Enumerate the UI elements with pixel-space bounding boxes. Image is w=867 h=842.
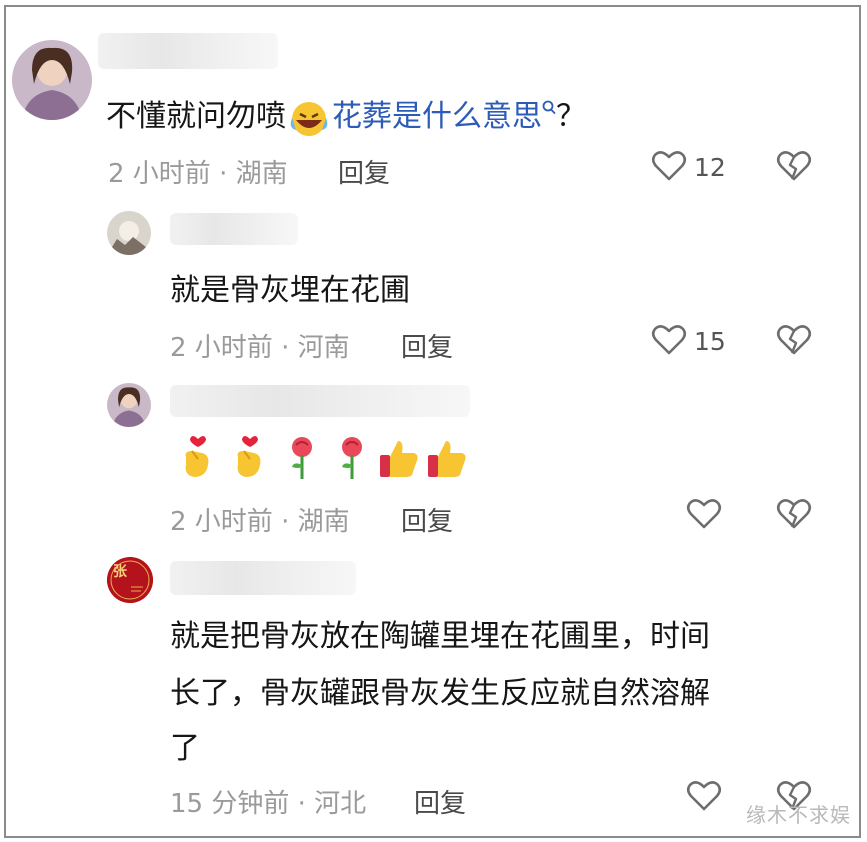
avatar-seal-text: 张 bbox=[113, 564, 127, 580]
reply-button[interactable]: 回复 bbox=[414, 783, 466, 820]
comment-meta: 2 小时前 · 河南 bbox=[170, 333, 350, 363]
heart-icon[interactable] bbox=[651, 322, 687, 358]
woman-avatar-icon bbox=[12, 40, 92, 120]
username-redacted bbox=[98, 33, 278, 69]
woman-avatar-icon bbox=[107, 383, 151, 427]
reply-button[interactable]: 回复 bbox=[401, 501, 453, 538]
avatar[interactable] bbox=[107, 211, 151, 255]
comment-thread-frame: 不懂就问勿喷 花葬是什么意思 ？ 2 小时前 · 湖南 回复 12 就是骨灰埋在… bbox=[4, 5, 861, 838]
comment-text-line: 了 bbox=[170, 731, 200, 766]
laughing-crying-emoji bbox=[290, 101, 328, 136]
avatar[interactable]: 张 bbox=[107, 557, 153, 603]
comment-meta: 2 小时前 · 湖南 bbox=[108, 159, 288, 189]
thumbs-up-emoji bbox=[380, 441, 418, 477]
like-count: 15 bbox=[694, 327, 726, 356]
username-redacted bbox=[170, 385, 470, 417]
broken-heart-icon[interactable] bbox=[776, 322, 812, 358]
thumbs-up-emoji bbox=[428, 441, 466, 477]
comment-text-line: 就是把骨灰放在陶罐里埋在花圃里，时间 bbox=[170, 619, 710, 654]
finger-heart-emoji bbox=[237, 436, 261, 477]
broken-heart-icon[interactable] bbox=[776, 148, 812, 184]
username-redacted bbox=[170, 561, 356, 595]
comment-text-line: 长了，骨灰罐跟骨灰发生反应就自然溶解 bbox=[170, 676, 710, 711]
landscape-avatar-icon bbox=[107, 211, 151, 255]
broken-heart-icon[interactable] bbox=[776, 496, 812, 532]
heart-icon[interactable] bbox=[686, 496, 722, 532]
heart-icon[interactable] bbox=[686, 778, 722, 814]
avatar[interactable] bbox=[12, 40, 92, 120]
comment-text: 就是骨灰埋在花圃 bbox=[170, 273, 410, 308]
comment-text: 不懂就问勿喷 花葬是什么意思 ？ bbox=[106, 88, 586, 145]
reply-button[interactable]: 回复 bbox=[401, 327, 453, 364]
heart-icon[interactable] bbox=[651, 148, 687, 184]
watermark: 缘木不求娱 bbox=[746, 803, 851, 827]
comment-meta: 2 小时前 · 湖南 bbox=[170, 507, 350, 537]
like-count: 12 bbox=[694, 153, 726, 182]
rose-emoji bbox=[342, 437, 362, 479]
finger-heart-emoji bbox=[185, 436, 209, 477]
reply-button[interactable]: 回复 bbox=[338, 153, 390, 190]
comment-meta: 15 分钟前 · 河北 bbox=[170, 789, 367, 819]
search-link[interactable]: 花葬是什么意思 bbox=[332, 99, 542, 134]
rose-emoji bbox=[292, 437, 312, 479]
search-icon[interactable] bbox=[542, 100, 556, 124]
username-redacted bbox=[170, 213, 298, 245]
avatar[interactable] bbox=[107, 383, 151, 427]
